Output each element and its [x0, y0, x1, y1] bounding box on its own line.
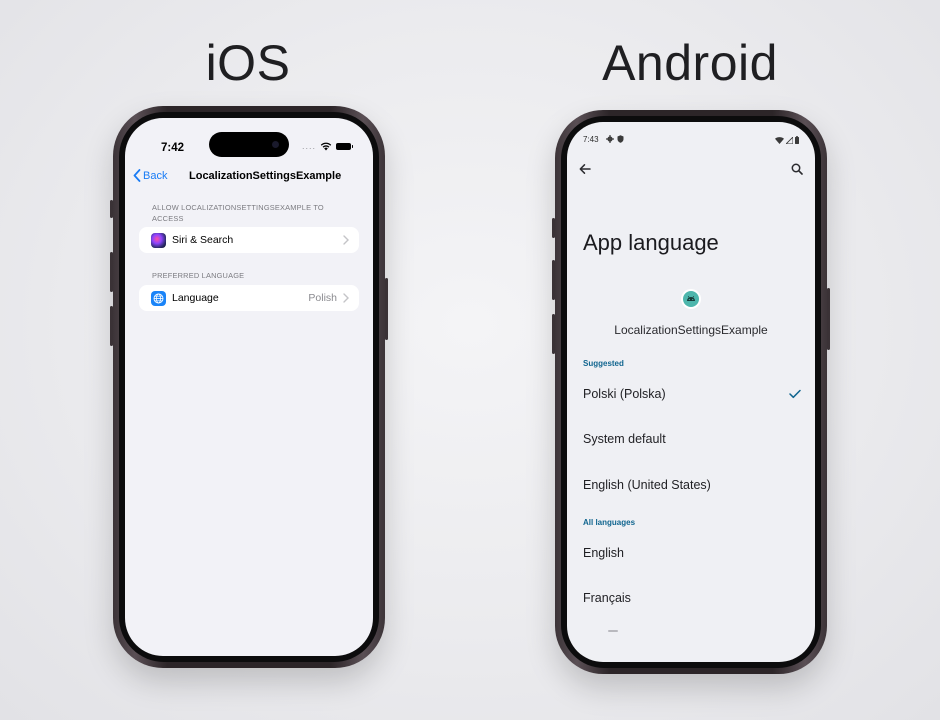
- dynamic-island: [209, 132, 289, 157]
- globe-icon: [151, 290, 166, 306]
- ios-status-icons: ....: [301, 141, 353, 151]
- ios-heading: iOS: [205, 35, 291, 91]
- siri-search-row[interactable]: Siri & Search: [139, 227, 359, 253]
- language-option-polski[interactable]: Polski (Polska): [567, 373, 815, 417]
- language-option-francais[interactable]: Français: [567, 577, 815, 621]
- chevron-left-icon: [133, 169, 141, 182]
- section-header-all-languages: All languages: [583, 518, 636, 527]
- chevron-right-icon: [343, 293, 349, 303]
- android-status-left-icons: [606, 135, 624, 143]
- language-option-label: System default: [583, 432, 666, 446]
- battery-icon: [336, 142, 353, 150]
- shield-icon: [617, 135, 624, 143]
- wifi-icon: [775, 136, 784, 144]
- android-side-button-1: [552, 218, 555, 238]
- android-device: 7:43 App language LocalizationSettingsEx…: [552, 110, 830, 674]
- iphone-volume-down-button: [110, 306, 113, 346]
- language-option-system-default[interactable]: System default: [567, 418, 815, 462]
- android-app-icon: [681, 289, 701, 309]
- language-option-label: Polski (Polska): [583, 387, 666, 401]
- language-group: Language Polish: [139, 285, 359, 311]
- app-name: LocalizationSettingsExample: [614, 323, 768, 337]
- language-option-english-us[interactable]: English (United States): [567, 464, 815, 508]
- android-volume-down-button: [552, 314, 555, 354]
- access-group: Siri & Search: [139, 227, 359, 253]
- ios-settings-screen: 7:42 .... Back LocalizationSettingsExamp…: [125, 118, 373, 656]
- android-app-language-screen: 7:43 App language LocalizationSettingsEx…: [567, 122, 815, 662]
- cellular-signal-icon: [786, 136, 793, 144]
- iphone-device: 7:42 .... Back LocalizationSettingsExamp…: [110, 106, 388, 668]
- battery-icon: [795, 136, 799, 144]
- android-power-button: [827, 288, 830, 350]
- iphone-volume-up-button: [110, 252, 113, 292]
- android-app-bar: [567, 158, 815, 182]
- scroll-hint: [608, 630, 618, 632]
- front-camera: [272, 141, 279, 148]
- iphone-action-button: [110, 200, 113, 218]
- language-option-label: Français: [583, 591, 631, 605]
- siri-search-label: Siri & Search: [172, 234, 234, 246]
- language-option-label: English (United States): [583, 478, 711, 492]
- wifi-icon: [320, 142, 332, 150]
- chevron-right-icon: [343, 235, 349, 245]
- arrow-back-icon[interactable]: [579, 163, 591, 175]
- language-option-english[interactable]: English: [567, 532, 815, 576]
- section-header-suggested: Suggested: [583, 359, 624, 368]
- back-button[interactable]: Back: [133, 169, 167, 182]
- ios-nav-bar: Back LocalizationSettingsExample: [125, 168, 373, 188]
- language-row[interactable]: Language Polish: [139, 285, 359, 311]
- section-header-language: PREFERRED LANGUAGE: [152, 271, 245, 280]
- back-label: Back: [143, 169, 168, 182]
- language-option-label: English: [583, 546, 624, 560]
- search-icon[interactable]: [791, 163, 803, 175]
- ios-status-time: 7:42: [161, 142, 185, 154]
- section-header-access: ALLOW LOCALIZATIONSETTINGSEXAMPLE TO ACC…: [152, 203, 324, 223]
- signal-dots-icon: ....: [301, 141, 316, 151]
- language-label: Language: [172, 292, 219, 304]
- checkmark-icon: [789, 389, 801, 399]
- siri-icon: [151, 232, 166, 248]
- gear-icon: [606, 135, 614, 143]
- android-status-right-icons: [775, 136, 799, 144]
- page-title: App language: [583, 230, 719, 255]
- android-status-bar: 7:43: [583, 134, 799, 148]
- iphone-power-button: [385, 278, 388, 340]
- language-value: Polish: [308, 292, 337, 304]
- nav-title: LocalizationSettingsExample: [189, 170, 342, 182]
- android-status-time: 7:43: [583, 135, 599, 144]
- android-robot-icon: [683, 291, 699, 307]
- android-heading: Android: [602, 35, 778, 91]
- android-volume-up-button: [552, 260, 555, 300]
